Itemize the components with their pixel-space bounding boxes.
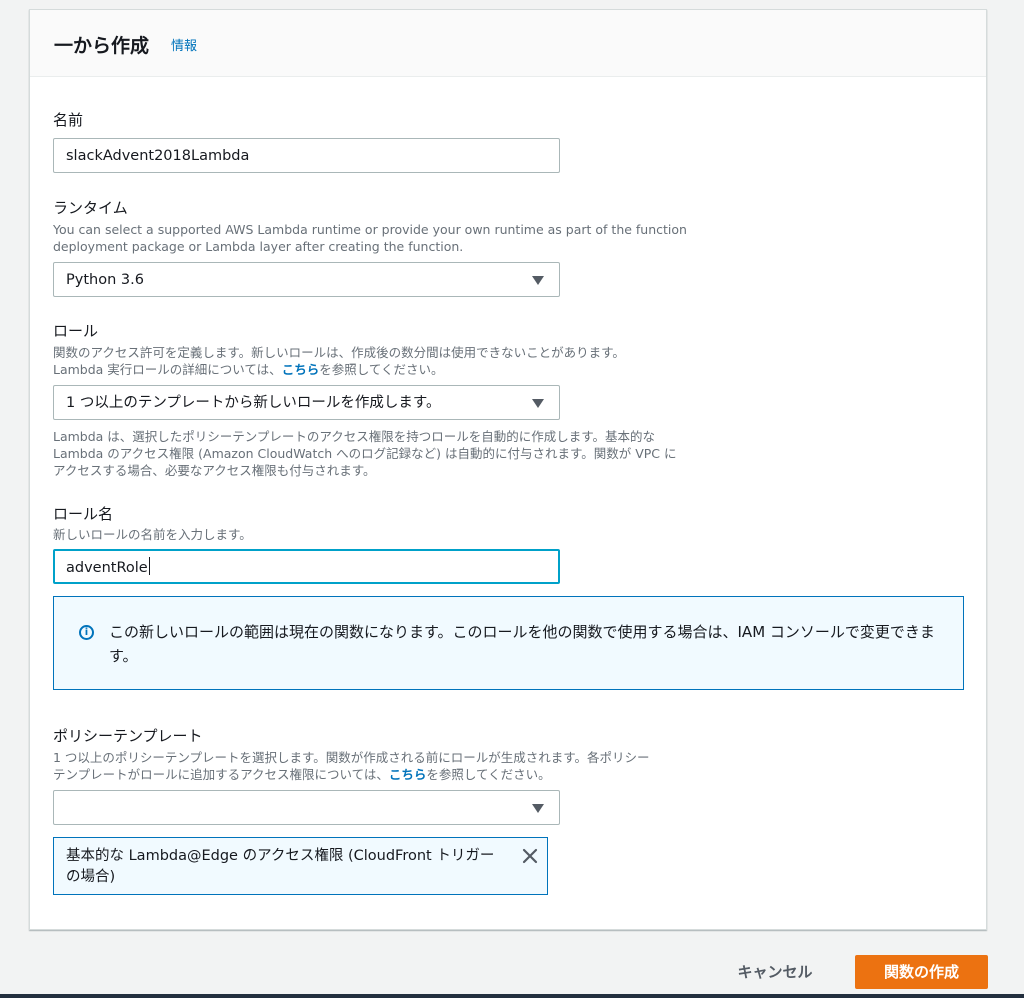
text-cursor — [148, 557, 150, 575]
role-description-line2: Lambda 実行ロールの詳細については、こちらを参照してください。 — [53, 361, 443, 378]
info-alert: i この新しいロールの範囲は現在の関数になります。このロールを他の関数で使用する… — [53, 596, 964, 690]
panel-header: 一から作成 情報 — [30, 10, 986, 77]
function-name-input[interactable]: slackAdvent2018Lambda — [53, 138, 560, 173]
role-name-description: 新しいロールの名前を入力します。 — [53, 527, 252, 542]
role-help-line3: アクセスする場合、必要なアクセス権限も付与されます。 — [53, 463, 376, 478]
policy-templates-description-line2: テンプレートがロールに追加するアクセス権限については、こちらを参照してください。 — [53, 766, 551, 783]
policy-template-token: 基本的な Lambda@Edge のアクセス権限 (CloudFront トリガ… — [53, 837, 548, 895]
role-name-input[interactable]: adventRole — [53, 549, 560, 584]
info-icon: i — [79, 625, 94, 640]
policy-templates-description-text-end: を参照してください。 — [426, 767, 551, 782]
info-link[interactable]: 情報 — [171, 40, 197, 54]
role-description-line1: 関数のアクセス許可を定義します。新しいロールは、作成後の数分間は使用できないこと… — [53, 345, 625, 360]
close-icon[interactable] — [522, 848, 538, 864]
bottom-bar — [0, 994, 1024, 998]
role-name-label: ロール名 — [53, 505, 114, 523]
runtime-description-line2: deployment package or Lambda layer after… — [53, 239, 464, 254]
panel-title: 一から作成 — [54, 35, 150, 57]
chevron-down-icon — [532, 399, 544, 408]
role-selected-value: 1 つ以上のテンプレートから新しいロールを作成します。 — [66, 395, 441, 411]
policy-templates-details-link[interactable]: こちら — [389, 767, 427, 782]
function-name-value: slackAdvent2018Lambda — [66, 148, 250, 164]
role-name-value: adventRole — [66, 560, 148, 576]
policy-templates-select[interactable] — [53, 790, 560, 825]
cancel-button[interactable]: キャンセル — [724, 957, 826, 987]
runtime-description-line1: You can select a supported AWS Lambda ru… — [53, 222, 687, 237]
role-help-line2: Lambda のアクセス権限 (Amazon CloudWatch へのログ記録… — [53, 446, 677, 461]
role-help-line1: Lambda は、選択したポリシーテンプレートのアクセス権限を持つロールを自動的… — [53, 429, 656, 444]
create-function-button[interactable]: 関数の作成 — [855, 955, 988, 989]
role-description-text-end: を参照してください。 — [319, 362, 444, 377]
chevron-down-icon — [532, 804, 544, 813]
policy-templates-description-line1: 1 つ以上のポリシーテンプレートを選択します。関数が作成される前にロールが生成さ… — [53, 750, 650, 765]
role-label: ロール — [53, 322, 99, 340]
runtime-label: ランタイム — [53, 199, 128, 217]
policy-templates-description-text: テンプレートがロールに追加するアクセス権限については、 — [53, 767, 389, 782]
info-alert-text: この新しいロールの範囲は現在の関数になります。このロールを他の関数で使用する場合… — [109, 623, 935, 665]
role-select[interactable]: 1 つ以上のテンプレートから新しいロールを作成します。 — [53, 385, 560, 420]
role-description-text: Lambda 実行ロールの詳細については、 — [53, 362, 282, 377]
runtime-selected-value: Python 3.6 — [66, 272, 144, 288]
name-label: 名前 — [53, 111, 84, 129]
runtime-select[interactable]: Python 3.6 — [53, 262, 560, 297]
policy-template-token-label: 基本的な Lambda@Edge のアクセス権限 (CloudFront トリガ… — [66, 848, 495, 885]
policy-templates-label: ポリシーテンプレート — [53, 727, 203, 745]
role-details-link[interactable]: こちら — [282, 362, 320, 377]
chevron-down-icon — [532, 276, 544, 285]
